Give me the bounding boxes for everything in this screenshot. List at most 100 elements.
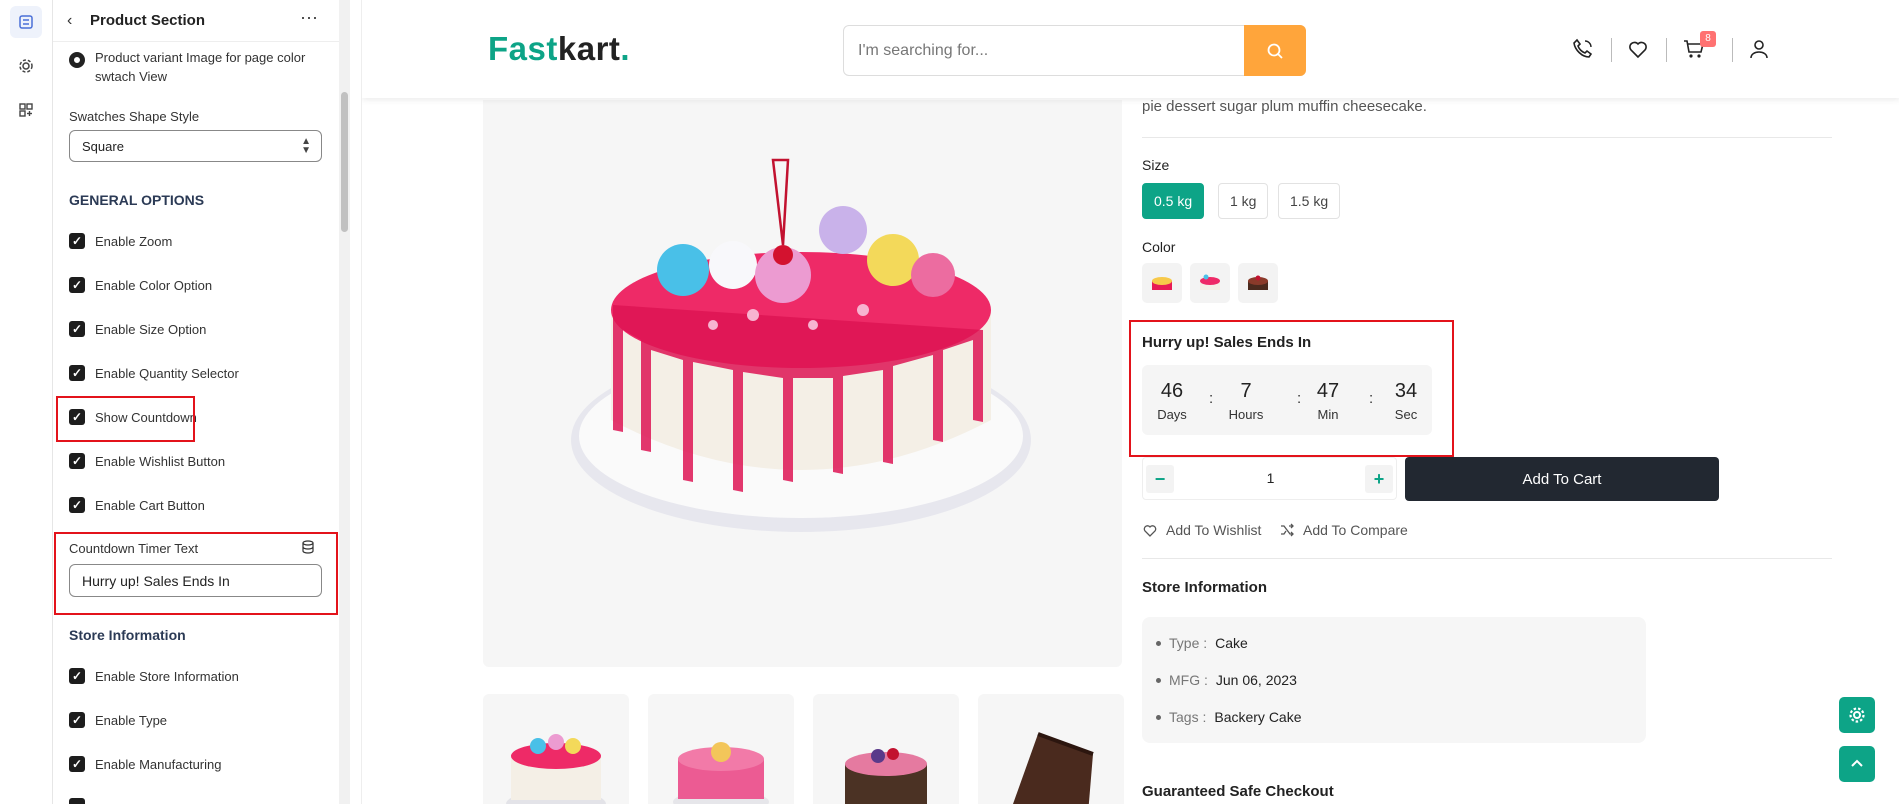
checkbox-checked[interactable]: ✓ — [69, 277, 85, 293]
store-info-value: Cake — [1215, 635, 1248, 651]
section-divider — [1142, 137, 1832, 138]
option-next[interactable] — [69, 796, 85, 804]
size-option[interactable]: 1 kg — [1218, 183, 1269, 219]
option-label: Enable Wishlist Button — [95, 453, 226, 469]
header-divider — [1732, 38, 1733, 62]
checkbox-checked[interactable]: ✓ — [69, 365, 85, 381]
checkbox-checked[interactable]: ✓ — [69, 712, 85, 728]
search-input[interactable]: I'm searching for... — [858, 42, 988, 60]
checkbox-checked[interactable]: ✓ — [69, 453, 85, 469]
countdown-value: 47 — [1316, 380, 1340, 402]
countdown-days: 46 Days — [1152, 380, 1192, 422]
option-enable-cart[interactable]: ✓ Enable Cart Button — [69, 495, 205, 515]
option-enable-store-info[interactable]: ✓ Enable Store Information — [69, 666, 239, 686]
size-option[interactable]: 1.5 kg — [1278, 183, 1341, 219]
variant-option-label: Product variant Image for page color swt… — [95, 50, 306, 84]
store-info-value: Backery Cake — [1214, 709, 1302, 725]
checkbox-checked[interactable] — [69, 798, 85, 804]
search-icon — [1267, 43, 1283, 59]
variant-radio[interactable] — [69, 52, 85, 68]
countdown-text-input[interactable]: Hurry up! Sales Ends In — [69, 564, 322, 597]
back-icon[interactable]: ‹ — [67, 12, 72, 30]
option-enable-zoom[interactable]: ✓ Enable Zoom — [69, 231, 172, 251]
size-label: Size — [1142, 157, 1170, 173]
checkbox-checked[interactable]: ✓ — [69, 497, 85, 513]
option-label: Enable Zoom — [95, 233, 173, 249]
checkbox-checked[interactable]: ✓ — [69, 321, 85, 337]
search-bar[interactable]: I'm searching for... — [843, 25, 1306, 76]
countdown-value: 7 — [1240, 380, 1252, 402]
color-swatch[interactable] — [1142, 263, 1182, 303]
arrow-up-icon[interactable] — [1839, 746, 1875, 782]
store-info-key: MFG : — [1169, 672, 1208, 688]
countdown-separator: : — [1297, 390, 1302, 407]
option-enable-color[interactable]: ✓ Enable Color Option — [69, 275, 212, 295]
shuffle-icon — [1281, 523, 1294, 537]
heart-icon — [1143, 525, 1157, 537]
search-button[interactable] — [1244, 25, 1306, 76]
product-thumbnail[interactable] — [813, 694, 959, 804]
countdown-hours: 7 Hours — [1226, 380, 1266, 422]
option-label: Enable Type — [95, 712, 168, 728]
checkbox-checked[interactable]: ✓ — [69, 668, 85, 684]
store-info-box: Type : Cake MFG : Jun 06, 2023 Tags : Backe… — [1142, 617, 1646, 743]
size-option-selected[interactable]: 0.5 kg — [1142, 183, 1205, 219]
compare-label: Add To Compare — [1303, 522, 1408, 538]
option-label: Enable Color Option — [95, 277, 213, 293]
section-divider — [1142, 558, 1832, 559]
phone-icon[interactable] — [1571, 37, 1595, 66]
general-options-title: GENERAL OPTIONS — [69, 192, 205, 208]
panel-title: Product Section — [90, 12, 206, 29]
gear-icon[interactable] — [1839, 697, 1875, 733]
store-info-title: Store Information — [1142, 579, 1268, 596]
countdown-title: Hurry up! Sales Ends In — [1142, 334, 1312, 351]
option-enable-wishlist[interactable]: ✓ Enable Wishlist Button — [69, 451, 225, 471]
icon-rail — [0, 0, 53, 804]
more-icon[interactable]: ⋯ — [300, 8, 319, 29]
user-icon[interactable] — [1747, 37, 1771, 66]
panel-header: ‹ Product Section ⋯ — [53, 0, 339, 42]
swatches-label: Swatches Shape Style — [69, 109, 200, 124]
countdown-unit: Sec — [1394, 407, 1418, 422]
color-swatch[interactable] — [1190, 263, 1230, 303]
panel-scrollbar[interactable] — [339, 0, 350, 804]
sections-icon[interactable] — [10, 6, 42, 38]
apps-icon[interactable] — [10, 94, 42, 126]
scrollbar-thumb[interactable] — [341, 92, 348, 232]
countdown-value: 34 — [1394, 380, 1418, 402]
add-to-wishlist-link[interactable]: Add To Wishlist — [1142, 522, 1261, 538]
countdown-separator: : — [1209, 390, 1214, 407]
countdown-text-value: Hurry up! Sales Ends In — [82, 572, 230, 589]
site-logo[interactable]: Fastkart. — [488, 30, 630, 68]
add-to-compare-link[interactable]: Add To Compare — [1279, 522, 1408, 538]
countdown-text-label: Countdown Timer Text — [69, 541, 199, 556]
logo-part: Fast — [488, 30, 558, 67]
add-to-cart-button[interactable]: Add To Cart — [1405, 457, 1719, 501]
option-label: Enable Cart Button — [95, 497, 205, 513]
countdown-timer: 46 Days : 7 Hours : 47 Min : 34 Sec — [1142, 365, 1432, 435]
quantity-value[interactable]: 1 — [1143, 470, 1398, 486]
option-enable-size[interactable]: ✓ Enable Size Option — [69, 319, 206, 339]
option-enable-manufacturing[interactable]: ✓ Enable Manufacturing — [69, 754, 221, 774]
qty-plus-button[interactable]: + — [1365, 465, 1393, 493]
database-icon[interactable] — [301, 540, 315, 559]
countdown-value: 46 — [1160, 380, 1184, 402]
store-information-title: Store Information — [69, 627, 186, 643]
heart-icon[interactable] — [1626, 37, 1650, 66]
product-thumbnail[interactable] — [648, 694, 794, 804]
countdown-seconds: 34 Sec — [1386, 380, 1426, 422]
countdown-unit: Hours — [1228, 407, 1264, 422]
store-info-item: Tags : Backery Cake — [1156, 709, 1302, 725]
product-main-image[interactable] — [483, 100, 1122, 667]
option-enable-quantity[interactable]: ✓ Enable Quantity Selector — [69, 363, 239, 383]
checkbox-checked[interactable]: ✓ — [69, 233, 85, 249]
option-enable-type[interactable]: ✓ Enable Type — [69, 710, 167, 730]
store-info-key: Tags : — [1169, 709, 1207, 725]
settings-icon[interactable] — [10, 50, 42, 82]
color-swatch[interactable] — [1238, 263, 1278, 303]
product-thumbnail[interactable] — [978, 694, 1124, 804]
product-thumbnail[interactable] — [483, 694, 629, 804]
swatches-select[interactable]: Square ▲ ▼ — [69, 130, 322, 162]
chevron-updown-icon: ▲ ▼ — [301, 136, 311, 156]
checkbox-checked[interactable]: ✓ — [69, 756, 85, 772]
